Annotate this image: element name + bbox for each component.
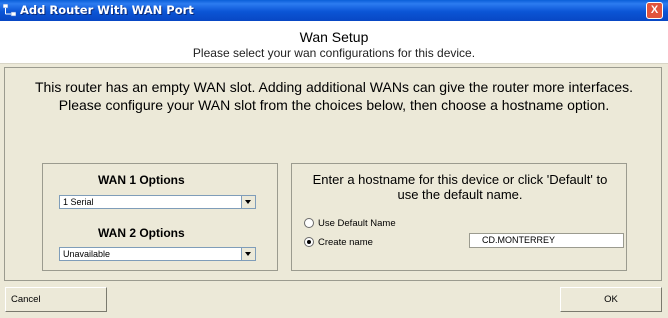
wan1-select-value: 1 Serial [63, 197, 94, 207]
radio-button-selected-icon[interactable] [304, 237, 314, 248]
radio-default-label: Use Default Name [318, 218, 396, 229]
wan2-select-value: Unavailable [63, 249, 111, 259]
radio-use-default-name[interactable]: Use Default Name [304, 218, 396, 229]
hostname-prompt: Enter a hostname for this device or clic… [312, 172, 608, 202]
chevron-down-icon[interactable] [241, 196, 255, 208]
close-button[interactable]: X [646, 2, 663, 19]
wan1-select[interactable]: 1 Serial [59, 195, 256, 209]
page-title: Wan Setup [299, 29, 369, 45]
network-icon [3, 4, 16, 17]
window-title: Add Router With WAN Port [20, 3, 194, 17]
radio-button-icon[interactable] [304, 218, 314, 229]
ok-button[interactable]: OK [560, 287, 662, 312]
wan-options-group: WAN 1 Options 1 Serial WAN 2 Options Una… [42, 163, 278, 271]
hostname-group: Enter a hostname for this device or clic… [291, 163, 627, 271]
wan2-select[interactable]: Unavailable [59, 247, 256, 261]
main-panel: This router has an empty WAN slot. Addin… [4, 67, 662, 281]
title-bar: Add Router With WAN Port X [0, 0, 668, 21]
chevron-down-icon[interactable] [241, 248, 255, 260]
hostname-input[interactable]: CD.MONTERREY [469, 233, 624, 248]
wan2-label: WAN 2 Options [98, 226, 185, 240]
radio-create-name[interactable]: Create name [304, 237, 373, 248]
intro-text: This router has an empty WAN slot. Addin… [34, 79, 634, 113]
page-subtitle: Please select your wan configurations fo… [192, 46, 476, 60]
cancel-button[interactable]: Cancel [5, 287, 107, 312]
header: Wan Setup Please select your wan configu… [0, 21, 668, 64]
wan1-label: WAN 1 Options [98, 173, 185, 187]
radio-create-label: Create name [318, 237, 373, 248]
